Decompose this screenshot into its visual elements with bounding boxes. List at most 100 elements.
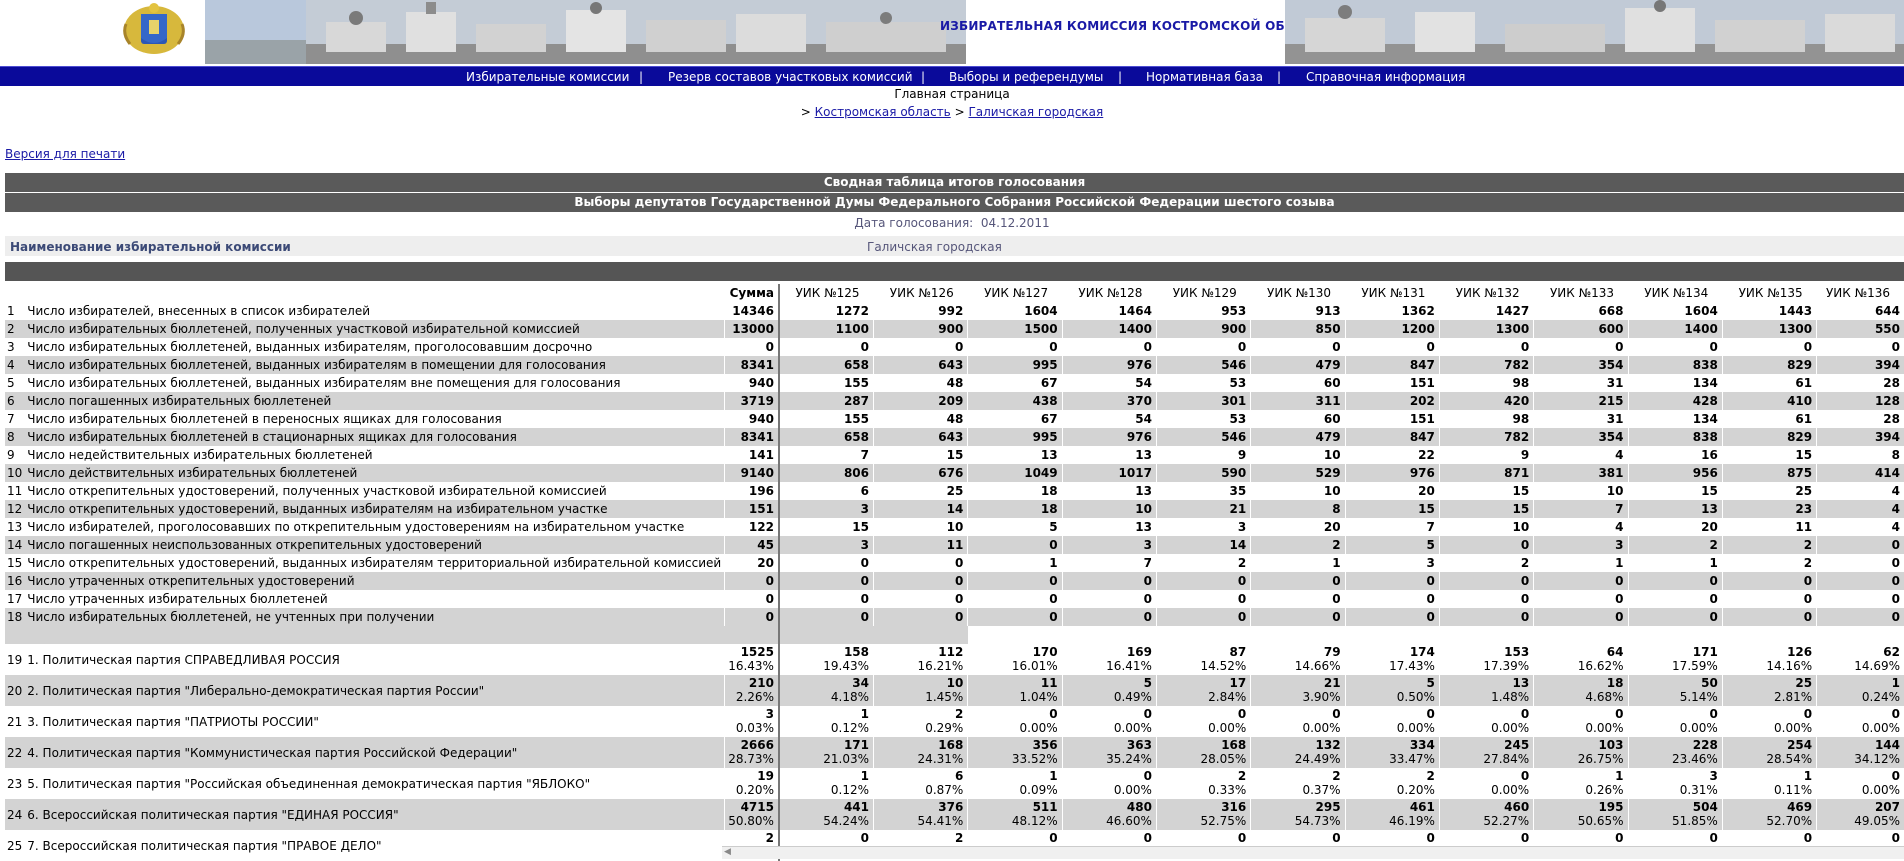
row-value: 1427 [1438,302,1534,320]
row-value: 20 [1344,482,1440,500]
coat-of-arms-logo [123,3,185,54]
row-value: 0 [1627,338,1723,356]
nav-item-commissions[interactable]: Избирательные комиссии [466,70,629,84]
row-value: 2 [1155,554,1251,572]
party-percent: 16.01% [1011,659,1058,673]
party-name: 2. Политическая партия "Либерально-демок… [25,675,725,706]
party-votes: 87 [1229,645,1247,659]
party-votes: 50 [1701,676,1718,690]
party-votes: 144 [1874,738,1900,752]
table-row: 9 Число недействительных избирательных бю… [5,446,1904,464]
breadcrumb: > Костромская область > Галичская городс… [0,105,1904,119]
row-value: 3 [1344,554,1440,572]
nav-item-normative[interactable]: Нормативная база [1146,70,1263,84]
row-value: 18 [967,482,1063,500]
party-percent: 50.65% [1577,814,1624,828]
party-percent: 52.27% [1483,814,1530,828]
party-percent: 3.90% [1302,690,1341,704]
party-value: 207 49.05% [1816,799,1904,830]
row-label: Число утраченных открепительных удостове… [25,572,725,590]
nav-item-reserve[interactable]: Резерв составов участковых комиссий [668,70,913,84]
row-value: 394 [1816,428,1904,446]
row-value: 1604 [967,302,1063,320]
uik-column-header: УИК №136 [1825,286,1890,300]
scroll-left-arrow-icon[interactable]: ◀ [724,847,731,857]
breadcrumb-separator: > [800,105,811,119]
row-value: 0 [967,536,1063,554]
row-value: 61 [1721,374,1817,392]
party-votes: 171 [843,738,869,752]
party-name: 5. Политическая партия "Российская объед… [25,768,725,799]
row-value: 287 [778,392,874,410]
party-sum-percent: 2.26% [735,690,774,704]
party-sum: 2666 28.73% [724,737,780,768]
row-value: 155 [778,374,874,392]
row-sum: 8341 [724,428,780,446]
party-votes: 17 [1229,676,1247,690]
row-value: 644 [1816,302,1904,320]
row-value: 900 [1155,320,1251,338]
row-value: 3 [778,500,874,518]
nav-item-reference[interactable]: Справочная информация [1306,70,1465,84]
party-value: 2 0.29% [872,706,968,737]
party-value: 18 4.68% [1533,675,1628,706]
row-value: 151 [1344,374,1440,392]
party-value: 2 0.37% [1250,768,1346,799]
row-value: 22 [1344,446,1440,464]
party-value: 228 23.46% [1627,737,1723,768]
party-votes: 2 [1332,769,1341,783]
row-value: 134 [1627,410,1723,428]
party-value: 13 1.48% [1438,675,1534,706]
party-percent: 0.00% [1861,721,1900,735]
row-value: 995 [967,356,1063,374]
row-value: 0 [778,554,874,572]
party-percent: 0.00% [1774,721,1813,735]
party-votes: 3 [1709,769,1718,783]
breadcrumb-commission-link[interactable]: Галичская городская [968,105,1103,119]
row-value: 20 [1627,518,1723,536]
row-value: 2 [1721,554,1817,572]
party-votes: 11 [1040,676,1058,690]
breadcrumb-home[interactable]: Главная страница [0,87,1904,101]
nav-item-elections[interactable]: Выборы и референдумы [949,70,1103,84]
party-votes: 2 [954,831,964,845]
row-value: 14 [872,500,968,518]
row-value: 658 [778,356,874,374]
uik-column-header: УИК №134 [1644,286,1709,300]
vote-date: Дата голосования: 04.12.2011 [0,216,1904,230]
party-name: 3. Политическая партия "ПАТРИОТЫ РОССИИ" [25,706,725,737]
party-votes: 0 [1049,831,1058,845]
party-votes: 0 [1143,831,1152,845]
row-value: 1464 [1061,302,1157,320]
party-votes: 1 [860,707,869,721]
row-value: 1 [1533,554,1628,572]
row-value: 7 [1533,500,1628,518]
party-percent: 5.14% [1679,690,1718,704]
main-nav: Избирательные комиссии | Резерв составов… [0,66,1904,86]
row-value: 7 [778,446,874,464]
party-percent: 4.18% [830,690,869,704]
print-version-link[interactable]: Версия для печати [5,147,125,161]
row-value: 0 [967,338,1063,356]
row-sum: 14346 [724,302,780,320]
row-value: 2 [1250,536,1346,554]
party-votes: 103 [1598,738,1624,752]
row-value: 976 [1344,464,1440,482]
row-value: 847 [1344,428,1440,446]
breadcrumb-region-link[interactable]: Костромская область [815,105,951,119]
party-percent: 0.09% [1019,783,1058,797]
party-percent: 35.24% [1106,752,1152,766]
party-votes: 228 [1692,738,1718,752]
horizontal-scrollbar[interactable]: ◀ [722,846,1904,859]
party-votes: 0 [1520,831,1530,845]
party-percent: 0.00% [1019,721,1058,735]
party-votes: 158 [843,645,869,659]
row-value: 956 [1627,464,1723,482]
party-value: 254 28.54% [1721,737,1817,768]
row-value: 1604 [1627,302,1723,320]
party-value: 1 0.09% [967,768,1063,799]
party-percent: 49.05% [1854,814,1900,828]
uik-column-header: УИК №132 [1455,286,1520,300]
row-number: 5 [5,374,26,392]
party-value: 10 1.45% [872,675,968,706]
